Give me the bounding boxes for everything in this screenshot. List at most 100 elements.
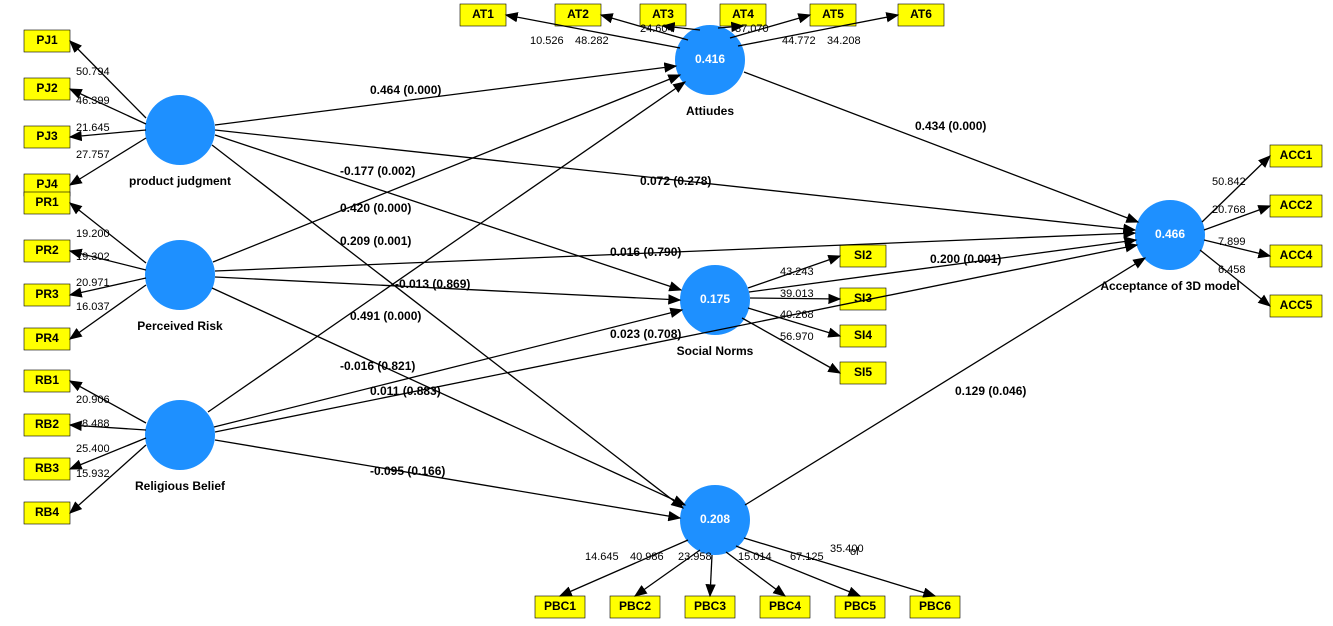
svg-text:50.842: 50.842: [1212, 176, 1246, 188]
svg-text:RB1: RB1: [35, 373, 59, 387]
svg-text:PJ1: PJ1: [36, 33, 58, 47]
label-religious-belief: Religious Belief: [135, 479, 226, 493]
svg-text:39.013: 39.013: [780, 288, 814, 300]
svg-text:14.645: 14.645: [585, 551, 619, 563]
svg-text:ACC2: ACC2: [1280, 198, 1313, 212]
svg-text:24.604: 24.604: [640, 23, 674, 35]
svg-text:48.282: 48.282: [575, 35, 609, 47]
sem-diagram: product judgment Perceived Risk Religiou…: [0, 0, 1333, 626]
svg-text:-0.177 (0.002): -0.177 (0.002): [340, 164, 415, 178]
svg-text:AT3: AT3: [652, 7, 674, 21]
svg-text:ACC1: ACC1: [1280, 148, 1313, 162]
svg-text:PR3: PR3: [35, 287, 59, 301]
svg-text:7.899: 7.899: [1218, 236, 1246, 248]
svg-text:56.970: 56.970: [780, 331, 814, 343]
svg-text:0.420 (0.000): 0.420 (0.000): [340, 201, 411, 215]
label-acceptance: Acceptance of 3D model: [1100, 279, 1239, 293]
svg-text:PBC3: PBC3: [694, 599, 726, 613]
svg-text:21.645: 21.645: [76, 122, 110, 134]
svg-text:AT2: AT2: [567, 7, 589, 21]
path-pr-pbc: [212, 288, 685, 505]
label-social-norms: Social Norms: [677, 344, 754, 358]
svg-text:ACC4: ACC4: [1280, 248, 1313, 262]
svg-text:-0.013 (0.869): -0.013 (0.869): [395, 277, 470, 291]
svg-text:PJ2: PJ2: [36, 81, 58, 95]
path-pj-at: [215, 66, 676, 125]
svg-text:RB2: RB2: [35, 417, 59, 431]
svg-text:PJ4: PJ4: [36, 177, 58, 191]
svg-text:27.757: 27.757: [76, 149, 110, 161]
path-pr-at: [213, 75, 680, 262]
indicators-rb: RB1 RB2 RB3 RB4 20.906 8.488 25.400 15.9…: [24, 370, 146, 524]
svg-text:SI4: SI4: [854, 328, 872, 342]
svg-text:10.526: 10.526: [530, 35, 564, 47]
svg-text:0.464 (0.000): 0.464 (0.000): [370, 83, 441, 97]
svg-text:AT1: AT1: [472, 7, 494, 21]
r2-attitudes: 0.416: [695, 52, 725, 66]
svg-text:PR1: PR1: [35, 195, 59, 209]
svg-text:-0.095 (0.166): -0.095 (0.166): [370, 464, 445, 478]
svg-text:PBC2: PBC2: [619, 599, 651, 613]
svg-text:-0.016 (0.821): -0.016 (0.821): [340, 359, 415, 373]
svg-text:20.906: 20.906: [76, 394, 110, 406]
svg-text:35.400: 35.400: [830, 543, 864, 555]
node-religious-belief: [145, 400, 215, 470]
svg-text:20.768: 20.768: [1212, 204, 1246, 216]
svg-text:PBC5: PBC5: [844, 599, 876, 613]
svg-text:PR4: PR4: [35, 331, 59, 345]
r2-acceptance: 0.466: [1155, 227, 1185, 241]
svg-text:SI3: SI3: [854, 291, 872, 305]
svg-text:34.208: 34.208: [827, 35, 861, 47]
indicators-pbc: PBC1 PBC2 PBC3 PBC4 PBC5 PBC6 14.645 40.…: [535, 538, 960, 618]
svg-text:ACC5: ACC5: [1280, 298, 1313, 312]
label-product-judgment: product judgment: [129, 174, 231, 188]
r2-pbc: 0.208: [700, 512, 730, 526]
svg-text:0.200 (0.001): 0.200 (0.001): [930, 252, 1001, 266]
svg-text:0.016 (0.790): 0.016 (0.790): [610, 245, 681, 259]
svg-text:19.200: 19.200: [76, 228, 110, 240]
svg-text:0.129 (0.046): 0.129 (0.046): [955, 384, 1026, 398]
node-perceived-risk: [145, 240, 215, 310]
indicators-pj: PJ1 PJ2 PJ3 PJ4 50.794 46.399 21.645 27.…: [24, 30, 146, 196]
svg-text:SI5: SI5: [854, 365, 872, 379]
path-pj-sn: [215, 135, 681, 290]
svg-text:20.971: 20.971: [76, 277, 110, 289]
svg-text:AT4: AT4: [732, 7, 754, 21]
svg-text:40.986: 40.986: [630, 551, 664, 563]
svg-text:25.400: 25.400: [76, 443, 110, 455]
svg-text:PJ3: PJ3: [36, 129, 58, 143]
svg-text:0.011 (0.883): 0.011 (0.883): [370, 384, 441, 398]
svg-text:6.458: 6.458: [1218, 264, 1246, 276]
svg-text:8.488: 8.488: [82, 418, 110, 430]
svg-text:16.037: 16.037: [76, 301, 110, 313]
svg-text:15.014: 15.014: [738, 551, 772, 563]
svg-text:RB4: RB4: [35, 505, 59, 519]
indicators-sn: SI2 SI3 SI4 SI5 43.243 39.013 40.268 56.…: [742, 245, 886, 384]
svg-text:PBC6: PBC6: [919, 599, 951, 613]
path-at-acc: [744, 72, 1138, 222]
svg-text:0.491 (0.000): 0.491 (0.000): [350, 309, 421, 323]
svg-text:19.302: 19.302: [76, 251, 110, 263]
svg-text:PR2: PR2: [35, 243, 59, 257]
svg-text:23.958: 23.958: [678, 551, 712, 563]
svg-text:40.268: 40.268: [780, 309, 814, 321]
label-perceived-risk: Perceived Risk: [137, 319, 223, 333]
svg-text:PBC4: PBC4: [769, 599, 801, 613]
node-product-judgment: [145, 95, 215, 165]
label-attitudes: Attiudes: [686, 104, 734, 118]
svg-text:0.209 (0.001): 0.209 (0.001): [340, 234, 411, 248]
svg-text:RB3: RB3: [35, 461, 59, 475]
svg-text:AT6: AT6: [910, 7, 932, 21]
svg-text:0.434 (0.000): 0.434 (0.000): [915, 119, 986, 133]
svg-text:46.399: 46.399: [76, 95, 110, 107]
svg-text:43.243: 43.243: [780, 266, 814, 278]
svg-text:0.023 (0.708): 0.023 (0.708): [610, 327, 681, 341]
svg-text:SI2: SI2: [854, 248, 872, 262]
r2-social-norms: 0.175: [700, 292, 730, 306]
svg-text:AT5: AT5: [822, 7, 844, 21]
indicators-pr: PR1 PR2 PR3 PR4 19.200 19.302 20.971 16.…: [24, 192, 146, 350]
svg-text:PBC1: PBC1: [544, 599, 576, 613]
svg-text:50.794: 50.794: [76, 66, 110, 78]
svg-text:15.932: 15.932: [76, 468, 110, 480]
svg-text:0.072 (0.278): 0.072 (0.278): [640, 174, 711, 188]
